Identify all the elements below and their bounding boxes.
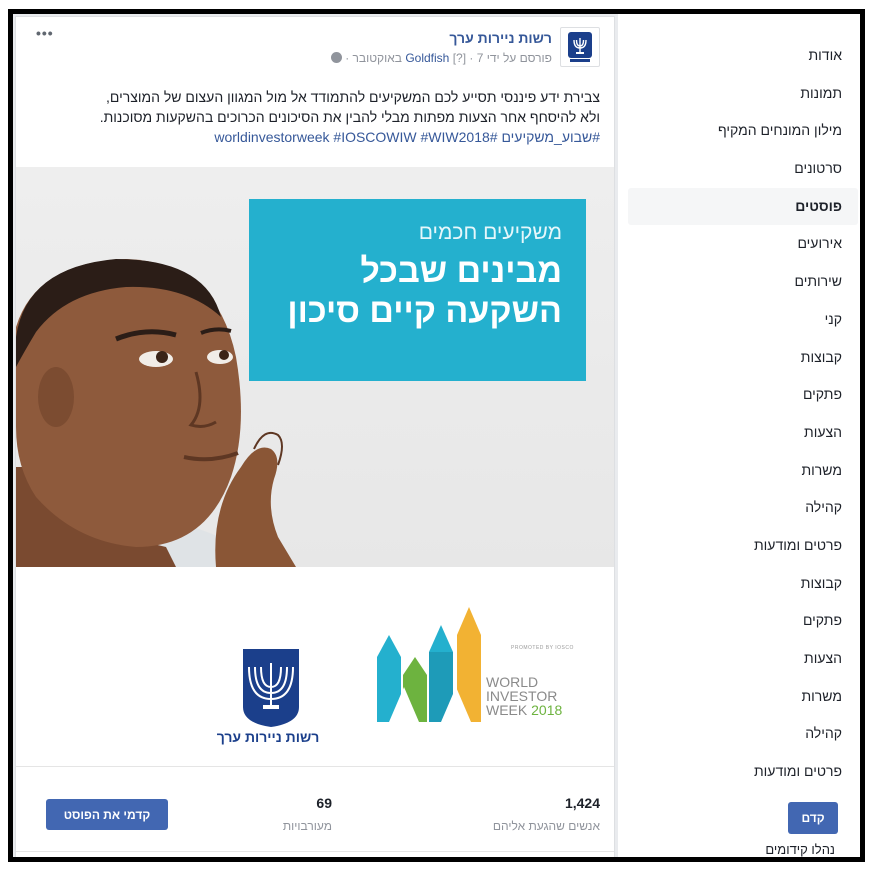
message-banner: משקיעים חכמים מבינים שבכל השקעה קיים סיכ… bbox=[249, 199, 586, 381]
sidebar-item[interactable]: הצעות bbox=[618, 414, 860, 452]
manage-promotions-link[interactable]: נהלו קידומים bbox=[765, 842, 835, 857]
post-header: רשות ניירות ערך פורסם על ידי Goldfish [?… bbox=[16, 17, 614, 97]
page-avatar[interactable] bbox=[560, 27, 600, 67]
post-card: רשות ניירות ערך פורסם על ידי Goldfish [?… bbox=[15, 16, 615, 857]
banner-subtitle: משקיעים חכמים bbox=[418, 221, 562, 244]
sidebar-item[interactable]: פוסטים bbox=[628, 187, 858, 226]
author-link[interactable]: Goldfish bbox=[405, 51, 449, 65]
promote-button[interactable]: קדם bbox=[788, 802, 838, 834]
sidebar-item[interactable]: קבוצות bbox=[618, 339, 860, 377]
wiw-tagline: PROMOTED BY IOSCO bbox=[511, 645, 574, 651]
screenshot-frame: רשות ניירות ערך פורסם על ידי Goldfish [?… bbox=[8, 9, 865, 862]
sidebar-item[interactable]: פתקים bbox=[618, 602, 860, 640]
sidebar-item[interactable]: אודות bbox=[618, 37, 860, 75]
banner-headline-line2: השקעה קיים סיכון bbox=[287, 292, 562, 330]
banner-headline-line1: מבינים שבכל bbox=[360, 252, 562, 290]
logos-area: PROMOTED BY IOSCO WORLD INVESTOR WEEK 20… bbox=[16, 567, 614, 767]
next-section-edge bbox=[16, 851, 614, 857]
reach-label: אנשים שהגעת אליהם bbox=[492, 819, 600, 833]
sidebar-item[interactable]: פרטים ומודעות bbox=[618, 753, 860, 791]
post-text: צבירת ידע פיננסי תסייע לכם המשקיעים להתמ… bbox=[25, 87, 600, 147]
sidebar-item[interactable]: קבוצות bbox=[618, 565, 860, 603]
sidebar-item[interactable]: הצעות bbox=[618, 640, 860, 678]
sidebar-item[interactable]: פתקים bbox=[618, 376, 860, 414]
more-options-icon[interactable]: ••• bbox=[36, 25, 54, 41]
sidebar-item[interactable]: קהילה bbox=[618, 715, 860, 753]
wiw-word: INVESTOR bbox=[486, 688, 558, 704]
sidebar-item[interactable]: פרטים ומודעות bbox=[618, 527, 860, 565]
reach-stat[interactable]: 1,424 אנשים שהגעת אליהם bbox=[493, 795, 600, 833]
sidebar-item[interactable]: מילון המונחים המקיף bbox=[618, 112, 860, 150]
post-text-line: צבירת ידע פיננסי תסייע לכם המשקיעים להתמ… bbox=[106, 89, 600, 105]
page-sidebar: אודות תמונות מילון המונחים המקיף סרטונים פוס… bbox=[618, 14, 860, 857]
wiw-word-line: WEEK 2018 bbox=[486, 703, 562, 717]
globe-icon bbox=[330, 52, 342, 63]
wiw-word: WORLD bbox=[486, 674, 539, 690]
sidebar-item[interactable]: קהילה bbox=[618, 489, 860, 527]
posted-by-label: פורסם על ידי bbox=[486, 51, 552, 65]
wiw-word: WEEK bbox=[486, 702, 528, 718]
sidebar-item[interactable]: אירועים bbox=[618, 225, 860, 263]
sidebar-item[interactable]: תמונות bbox=[618, 75, 860, 113]
post-image[interactable]: משקיעים חכמים מבינים שבכל השקעה קיים סיכ… bbox=[16, 167, 614, 567]
sidebar-item[interactable]: משרות bbox=[618, 678, 860, 716]
sidebar-nav: אודות תמונות מילון המונחים המקיף סרטונים פוס… bbox=[618, 14, 860, 791]
sidebar-item[interactable]: שירותים bbox=[618, 263, 860, 301]
post-insights: 1,424 אנשים שהגעת אליהם 69 מעורבויות קדמ… bbox=[16, 769, 614, 857]
engagement-count: 69 bbox=[316, 795, 332, 811]
post-meta: פורסם על ידי Goldfish [?] · 7 באוקטובר · bbox=[329, 51, 552, 65]
engagement-stat[interactable]: 69 מעורבויות bbox=[283, 795, 332, 833]
isa-name: רשות ניירות ערך bbox=[216, 729, 320, 745]
sidebar-item[interactable]: קני bbox=[618, 301, 860, 339]
wiw-wordmark: WORLD INVESTOR WEEK 2018 bbox=[486, 675, 562, 717]
hashtags-link[interactable]: #שבוע_משקיעים #worldinvestorweek #IOSCOW… bbox=[25, 127, 600, 147]
menorah-emblem-icon bbox=[568, 32, 592, 62]
post-text-line: ולא להיסחף אחר הצעות מפתות מבלי להבין את… bbox=[99, 109, 600, 125]
sidebar-item[interactable]: סרטונים bbox=[618, 150, 860, 188]
boost-post-button[interactable]: קדמי את הפוסט bbox=[46, 799, 168, 830]
sidebar-item[interactable]: משרות bbox=[618, 452, 860, 490]
world-investor-week-logo bbox=[377, 607, 481, 722]
reach-count: 1,424 bbox=[564, 795, 600, 811]
wiw-year: 2018 bbox=[531, 702, 563, 718]
engagement-label: מעורבויות bbox=[282, 819, 332, 833]
page-name-link[interactable]: רשות ניירות ערך bbox=[449, 30, 552, 46]
